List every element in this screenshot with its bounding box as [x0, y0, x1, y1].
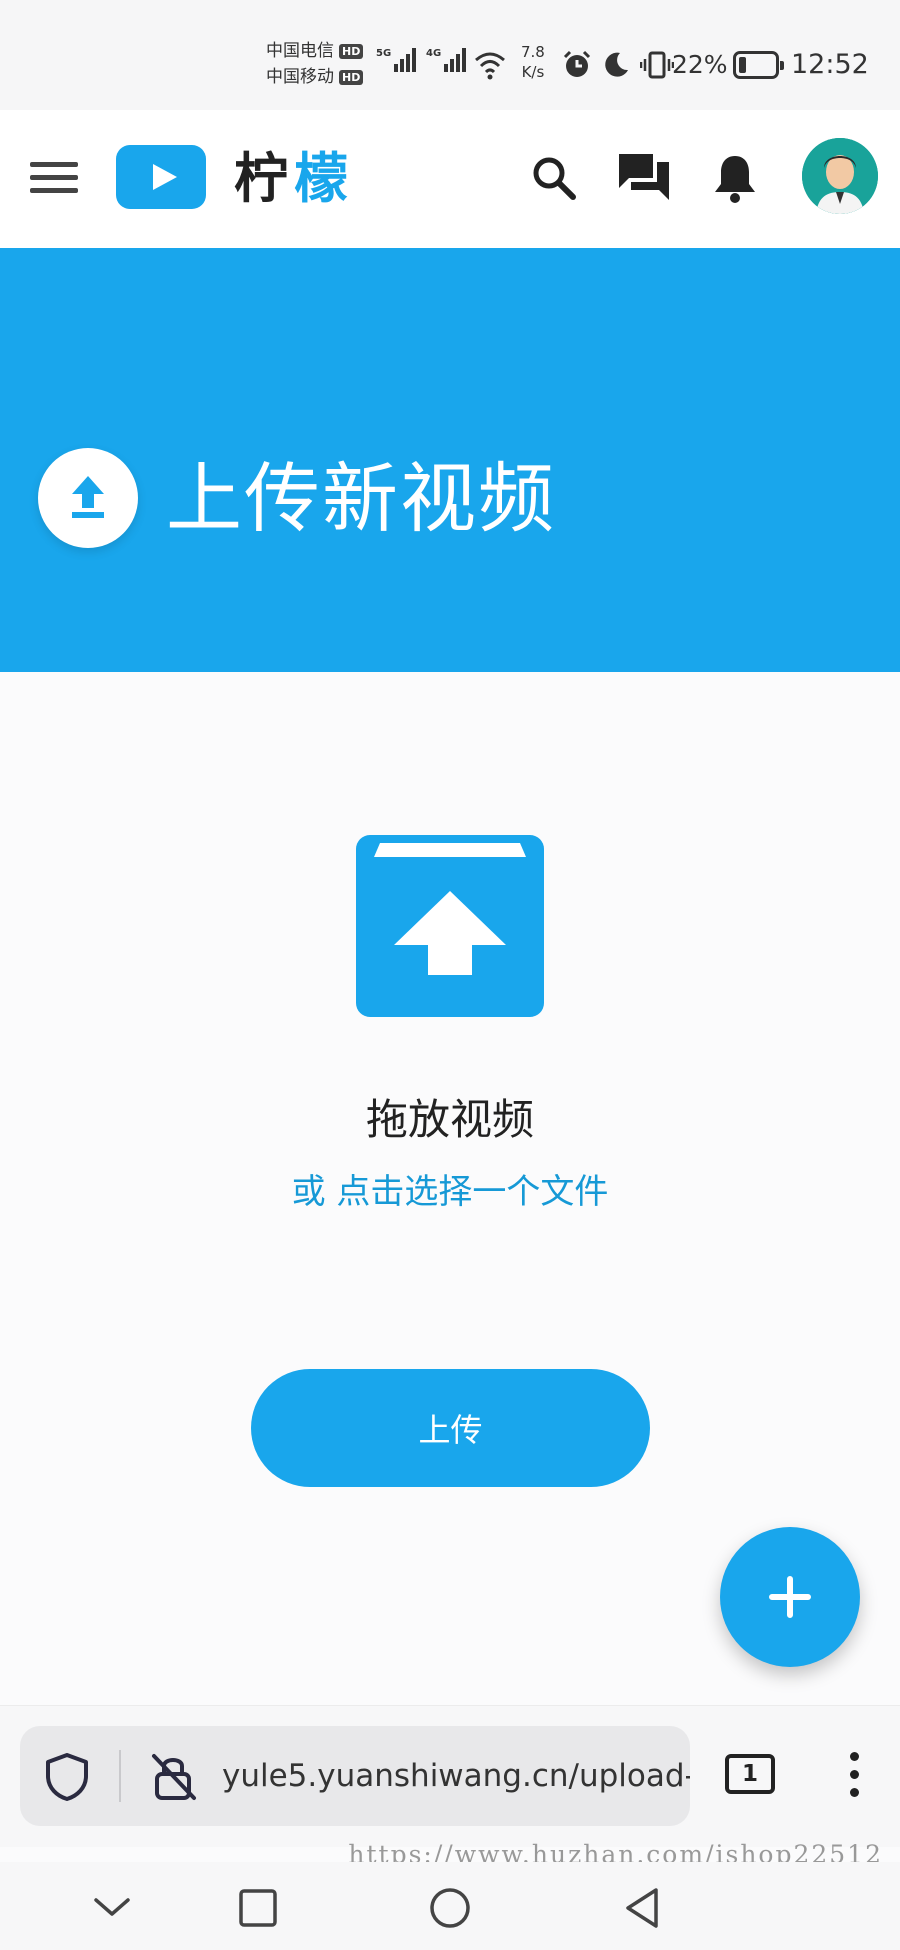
app-header: 柠檬 — [0, 110, 900, 248]
brand-name[interactable]: 柠檬 — [234, 147, 354, 211]
play-logo-icon[interactable] — [116, 145, 206, 209]
upload-box-icon[interactable] — [356, 827, 544, 1017]
bell-icon[interactable] — [707, 150, 763, 206]
battery-percent: 22% — [672, 50, 728, 79]
choose-file-link[interactable]: 或 点击选择一个文件 — [0, 1168, 900, 1216]
clock: 12:52 — [791, 49, 869, 80]
browser-toolbar: yule5.yuanshiwang.cn/upload-video 1 — [0, 1705, 900, 1847]
add-button[interactable] — [720, 1527, 860, 1667]
battery-level — [739, 57, 746, 73]
more-menu-icon[interactable] — [850, 1752, 860, 1802]
back-triangle-icon[interactable] — [616, 1882, 668, 1934]
address-bar[interactable]: yule5.yuanshiwang.cn/upload-video — [20, 1726, 690, 1826]
carrier-1-label: 中国电信 — [266, 41, 334, 61]
upload-icon — [38, 448, 138, 548]
signal-4g-icon: 4G — [426, 48, 467, 72]
url-divider — [119, 1750, 121, 1802]
carrier-2-label: 中国移动 — [266, 67, 334, 87]
search-icon[interactable] — [526, 150, 582, 206]
lock-off-icon[interactable] — [150, 1752, 198, 1802]
page-title: 上传新视频 — [166, 454, 556, 543]
home-circle-icon[interactable] — [424, 1882, 476, 1934]
avatar[interactable] — [802, 138, 878, 214]
chat-icon[interactable] — [616, 150, 672, 206]
brand-part-1: 柠 — [234, 147, 294, 210]
status-bar: 中国电信 HD 中国移动 HD 5G 4G 7.8 K/s 22% 12:52 — [0, 0, 900, 110]
vibrate-icon — [640, 51, 674, 79]
recents-square-icon[interactable] — [232, 1882, 284, 1934]
system-navigation — [0, 1862, 900, 1950]
url-text[interactable]: yule5.yuanshiwang.cn/upload-video — [222, 1754, 690, 1798]
network-speed: 7.8 K/s — [521, 43, 545, 81]
collapse-chevron-icon[interactable] — [86, 1882, 138, 1934]
carrier-info: 中国电信 HD 中国移动 HD — [266, 38, 364, 90]
alarm-icon — [563, 50, 591, 77]
wifi-icon — [475, 52, 505, 80]
battery-icon — [733, 51, 784, 79]
tabs-count-button[interactable]: 1 — [725, 1754, 775, 1794]
plus-icon — [769, 1576, 811, 1618]
hd-badge: HD — [339, 69, 364, 85]
page-banner: 上传新视频 — [0, 248, 900, 672]
brand-part-2: 檬 — [294, 147, 354, 210]
menu-icon[interactable] — [30, 162, 78, 196]
upload-button[interactable]: 上传 — [251, 1369, 650, 1487]
moon-icon — [605, 52, 628, 77]
hd-badge: HD — [339, 43, 364, 59]
status-icons — [562, 48, 674, 82]
signal-5g-icon: 5G — [376, 48, 417, 72]
drop-zone-title: 拖放视频 — [365, 1095, 534, 1144]
shield-icon[interactable] — [44, 1752, 90, 1802]
